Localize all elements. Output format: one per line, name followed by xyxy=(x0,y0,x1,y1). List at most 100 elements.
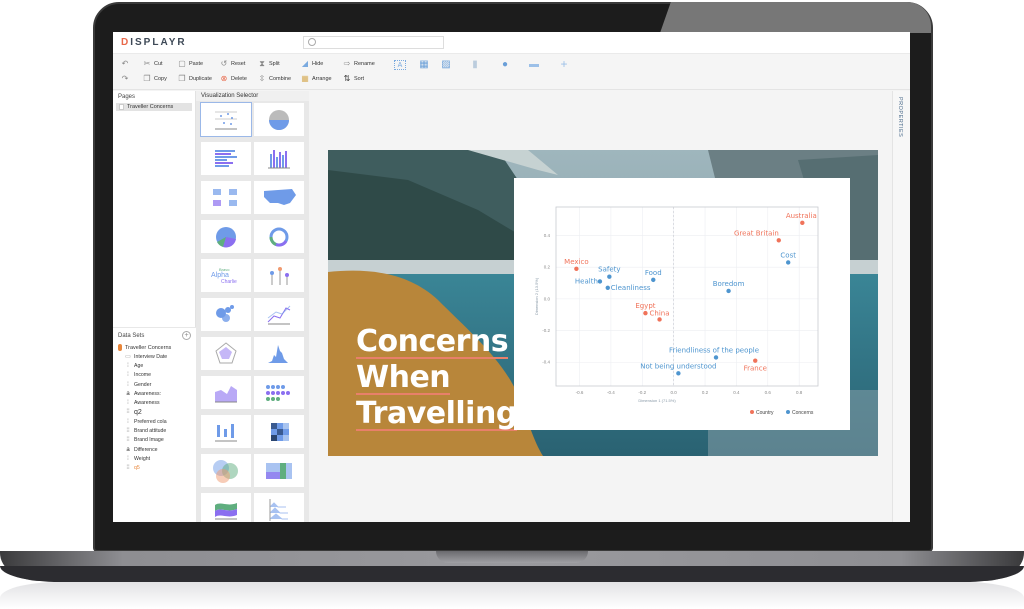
page-label: Traveller Concerns xyxy=(127,104,174,110)
shape-icon[interactable]: ● xyxy=(499,60,511,70)
copy-button[interactable]: ❐ Copy xyxy=(143,74,167,84)
arrange-button[interactable]: ▦ Arrange xyxy=(301,74,331,84)
dataset-root[interactable]: Traveller Concerns xyxy=(113,343,196,352)
variable-item[interactable]: ⁞⁞ Brand Image xyxy=(113,436,196,445)
viz-option-scatter[interactable] xyxy=(200,102,252,137)
variable-item[interactable]: ⁞ Gender xyxy=(113,380,196,389)
paste-button[interactable]: ▢ Paste xyxy=(178,59,203,69)
viz-option-line[interactable] xyxy=(254,298,304,331)
laptop-base-bottom xyxy=(0,566,1024,582)
properties-label: PROPERTIES xyxy=(897,97,903,138)
combine-button[interactable]: ⇳ Combine xyxy=(258,74,291,84)
venn-chart-icon xyxy=(213,460,238,483)
viz-option-pictograph-column[interactable] xyxy=(254,259,304,292)
text-box-icon[interactable]: A xyxy=(394,60,406,70)
viz-option-word-cloud[interactable]: Alpha Bravo Charlie xyxy=(201,259,251,292)
viz-option-donut[interactable] xyxy=(254,220,304,253)
viz-option-venn[interactable] xyxy=(201,454,251,487)
variable-item[interactable]: ⁞ Age xyxy=(113,361,196,370)
variable-label: Preferred cola xyxy=(134,418,167,425)
viz-option-ridgeline[interactable] xyxy=(254,493,304,522)
copy-label: Copy xyxy=(154,76,167,82)
variable-item[interactable]: a Awareness: xyxy=(113,389,196,398)
reset-button[interactable]: ↺ Reset xyxy=(220,59,246,69)
cut-button[interactable]: ✂ Cut xyxy=(143,59,163,69)
variable-item[interactable]: ⁞ Preferred cola xyxy=(113,417,196,426)
image-icon[interactable]: ▨ xyxy=(440,60,452,70)
chart-icon[interactable]: ▮ xyxy=(469,60,481,70)
laptop-notch xyxy=(436,551,588,563)
variable-item[interactable]: ⁞ Weight xyxy=(113,454,196,463)
ridgeline-chart-icon xyxy=(269,499,288,521)
viz-option-histogram[interactable] xyxy=(254,337,304,370)
ordinal-variable-icon: ⁞ xyxy=(127,418,129,425)
viz-option-bubble[interactable] xyxy=(201,298,251,331)
viz-option-stream[interactable] xyxy=(201,493,251,522)
ordinal-variable-icon: ⁞ xyxy=(127,455,129,462)
data-point-friendliness-of-the-people xyxy=(713,355,719,360)
redo-button[interactable]: ↷ xyxy=(121,74,129,84)
viz-selector-title: Visualization Selector xyxy=(196,91,309,101)
data-label: Not being understood xyxy=(640,362,716,370)
copy-icon: ❐ xyxy=(143,74,151,83)
viz-option-area[interactable] xyxy=(201,376,251,409)
add-icon[interactable]: + xyxy=(558,58,570,70)
variable-label: Weight xyxy=(134,455,151,462)
hide-button[interactable]: ◢ Hide xyxy=(301,59,323,69)
viz-option-heatmap[interactable] xyxy=(254,415,304,448)
grid-variable-icon: ⁞⁞ xyxy=(126,428,130,435)
viz-option-pictograph[interactable] xyxy=(254,103,304,136)
variable-item[interactable]: ⁞⁞ q5 xyxy=(113,464,196,473)
scatter-chart[interactable]: -0.6 -0.4 -0.2 0.0 0.2 0.4 0.6 0.8 0.4 0.2 0.0 -0.2… xyxy=(514,178,850,430)
undo-button[interactable]: ↶ xyxy=(121,59,129,69)
viz-option-pie[interactable] xyxy=(201,220,251,253)
variable-item[interactable]: a Difference xyxy=(113,445,196,454)
delete-icon: ⊗ xyxy=(220,74,228,83)
rename-button[interactable]: ⇨ Rename xyxy=(343,59,375,69)
variable-item[interactable]: ▭ Interview Date xyxy=(113,352,196,361)
data-point-safety xyxy=(607,274,612,279)
delete-button[interactable]: ⊗ Delete xyxy=(220,74,247,84)
stream-chart-icon xyxy=(215,503,237,520)
combine-label: Combine xyxy=(269,76,292,82)
top-bar: DISPLAYR xyxy=(113,32,910,54)
app-window: DISPLAYR ↶ ↷ ✂ Cut ▢ Paste ↺ Reset ⧗ Split ◢… xyxy=(113,32,910,522)
variable-item[interactable]: ⁞⁞ q2 xyxy=(113,408,196,417)
viz-option-dot-plot[interactable] xyxy=(254,376,304,409)
properties-panel[interactable]: PROPERTIES xyxy=(892,91,910,522)
viz-option-box-plot[interactable] xyxy=(201,415,251,448)
page-item[interactable]: Traveller Concerns xyxy=(116,103,192,111)
svg-text:Bravo: Bravo xyxy=(219,267,230,272)
variable-item[interactable]: ⁞ Awareness xyxy=(113,398,196,407)
viz-option-mosaic[interactable] xyxy=(254,454,304,487)
search-input[interactable] xyxy=(303,36,444,49)
duplicate-icon: ❐ xyxy=(178,74,186,83)
variable-item[interactable]: ⁞⁞ Brand attitude xyxy=(113,426,196,435)
slide-title[interactable]: Concerns When Travelling xyxy=(356,326,517,434)
undo-icon: ↶ xyxy=(121,59,129,68)
variable-label: Brand attitude xyxy=(134,428,167,435)
viz-option-column[interactable] xyxy=(254,142,304,175)
slide[interactable]: Concerns When Travelling -0.6 -0.4 -0.2 0.0… xyxy=(328,150,878,456)
viz-option-geographic-map[interactable] xyxy=(254,181,304,214)
dataset-root-label: Traveller Concerns xyxy=(125,344,172,351)
data-label: Boredom xyxy=(713,280,745,288)
viz-option-bar[interactable] xyxy=(201,142,251,175)
sort-button[interactable]: ⇅ Sort xyxy=(343,74,364,84)
duplicate-button[interactable]: ❐ Duplicate xyxy=(178,74,212,84)
data-label: China xyxy=(650,309,670,317)
add-dataset-icon[interactable]: + xyxy=(182,331,191,340)
y-axis-title: Dimension 2 (13.5%) xyxy=(534,277,539,315)
viz-option-radar[interactable] xyxy=(201,337,251,370)
area-chart-icon xyxy=(215,386,237,403)
x-tick-label: -0.2 xyxy=(638,390,646,395)
line-icon[interactable]: ▬ xyxy=(528,60,540,70)
variable-item[interactable]: ⁞ Income xyxy=(113,371,196,380)
title-line-1: Concerns xyxy=(356,324,509,359)
title-line-3: Travelling xyxy=(356,396,517,431)
data-point-cleanliness xyxy=(605,285,610,290)
y-tick-label: -0.4 xyxy=(542,360,550,365)
table-icon[interactable]: ▦ xyxy=(418,60,430,70)
split-button[interactable]: ⧗ Split xyxy=(258,59,280,69)
viz-option-small-multiples-bar[interactable] xyxy=(201,181,251,214)
